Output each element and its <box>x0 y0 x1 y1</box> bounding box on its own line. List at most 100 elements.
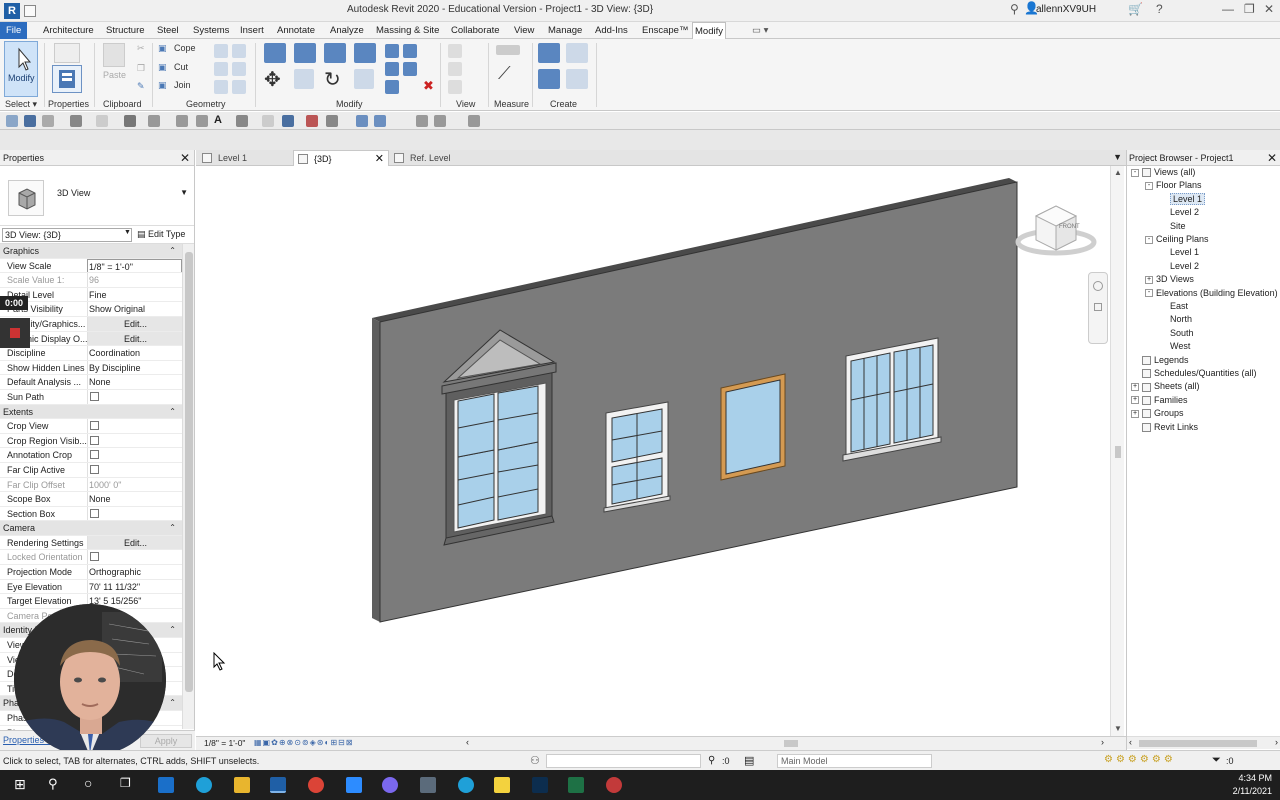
properties-scrollbar[interactable] <box>182 244 194 729</box>
aligned-dimension-icon[interactable] <box>176 115 188 127</box>
property-row[interactable]: Default Analysis ... None <box>0 375 182 390</box>
select-underlay-icon[interactable] <box>374 115 386 127</box>
mirror-draw-icon[interactable] <box>354 43 376 63</box>
cortana-icon[interactable]: ○ <box>84 775 92 791</box>
tab-steel[interactable]: Steel <box>155 22 181 39</box>
calculator-icon[interactable] <box>420 777 436 793</box>
zoom-icon[interactable] <box>1094 303 1102 311</box>
browser-node[interactable]: - Ceiling Plans <box>1145 234 1209 244</box>
photoshop-icon[interactable] <box>532 777 548 793</box>
create-parts-icon[interactable] <box>566 43 588 63</box>
browser-node[interactable]: + Sheets (all) <box>1131 381 1200 392</box>
browser-node[interactable]: Level 1 <box>1170 192 1206 205</box>
property-row[interactable]: Eye Elevation 70' 11 11/32" <box>0 579 182 595</box>
save-icon[interactable] <box>24 115 36 127</box>
scroll-left-icon[interactable]: ‹ <box>466 737 469 747</box>
array-icon[interactable] <box>403 44 417 58</box>
type-dropdown-icon[interactable]: ▼ <box>180 188 188 197</box>
collapse-group-icon[interactable]: ⌃ <box>169 696 176 710</box>
measure-qat-icon[interactable] <box>148 115 160 127</box>
edge-legacy-icon[interactable] <box>458 777 474 793</box>
close-tab-icon[interactable]: ✕ <box>375 151 384 167</box>
pin-icon[interactable] <box>403 62 417 76</box>
vertical-scrollbar[interactable]: ▲ ▼ <box>1110 166 1124 736</box>
browser-node[interactable]: Revit Links <box>1142 422 1198 432</box>
tab-ref-level[interactable]: Ref. Level <box>390 150 490 166</box>
property-row[interactable]: Projection Mode Orthographic <box>0 565 182 580</box>
checkbox[interactable] <box>90 450 99 460</box>
minimize-icon[interactable]: — <box>1222 2 1234 16</box>
select-links-icon[interactable] <box>356 115 368 127</box>
property-checkbox[interactable] <box>87 448 182 462</box>
browser-node[interactable]: Level 2 <box>1170 261 1199 271</box>
browser-node[interactable]: + Families <box>1131 395 1188 405</box>
close-hidden-icon[interactable] <box>306 115 318 127</box>
property-group[interactable]: Extents ⌃ <box>0 404 182 420</box>
maximize-icon[interactable]: ❐ <box>1244 2 1255 16</box>
search-taskbar-icon[interactable]: ⚲ <box>48 776 58 792</box>
property-row[interactable]: Section Box <box>0 506 182 522</box>
collapse-node-icon[interactable]: - <box>1145 182 1153 191</box>
text-icon[interactable]: A <box>214 114 222 126</box>
property-value[interactable]: 1/8" = 1'-0" <box>87 258 182 273</box>
property-checkbox[interactable] <box>87 506 182 521</box>
close-icon[interactable]: ✕ <box>1264 2 1274 16</box>
browser-node[interactable]: + Groups <box>1131 408 1184 419</box>
sticky-notes-icon[interactable] <box>494 777 510 793</box>
collapse-group-icon[interactable]: ⌃ <box>169 244 176 258</box>
selection-filter-icons[interactable]: ⚙⚙⚙⚙⚙⚙ <box>1104 754 1176 765</box>
browser-scroll-right-icon[interactable]: › <box>1275 737 1278 747</box>
sync-icon[interactable] <box>42 115 54 127</box>
checkbox[interactable] <box>90 508 99 518</box>
tab-view[interactable]: View <box>512 22 536 39</box>
align-icon[interactable] <box>264 43 286 63</box>
tab-insert[interactable]: Insert <box>238 22 266 39</box>
create-assembly-icon[interactable] <box>538 43 560 63</box>
collapse-group-icon[interactable]: ⌃ <box>169 405 176 419</box>
copy-icon[interactable]: ❐ <box>137 63 145 74</box>
property-value[interactable]: Fine <box>87 287 182 302</box>
cope-icon[interactable]: ▣ <box>158 43 167 54</box>
unjoin-icon[interactable] <box>214 44 228 58</box>
browser-node[interactable]: South <box>1170 328 1194 338</box>
editable-only-icon[interactable]: ⚲ <box>708 755 715 766</box>
property-group[interactable]: Graphics ⌃ <box>0 244 182 259</box>
property-checkbox[interactable] <box>87 419 182 433</box>
paste-icon[interactable] <box>103 43 125 67</box>
cut-geometry-label[interactable]: Cut <box>174 62 188 72</box>
tab-structure[interactable]: Structure <box>104 22 147 39</box>
design-option-dropdown[interactable]: Main Model <box>777 754 932 768</box>
property-value[interactable]: None <box>87 375 182 389</box>
3d-model-view[interactable] <box>196 166 1110 736</box>
tab-enscape[interactable]: Enscape™ <box>640 22 690 39</box>
system-clock[interactable]: 4:34 PM 2/11/2021 <box>1233 772 1272 798</box>
paint-icon[interactable] <box>232 62 246 76</box>
collapse-node-icon[interactable]: - <box>1131 168 1139 177</box>
record-stop-button[interactable] <box>0 318 30 348</box>
scroll-right-icon[interactable]: › <box>1101 737 1104 747</box>
collapse-group-icon[interactable]: ⌃ <box>169 623 176 637</box>
screen-recorder-icon[interactable] <box>382 777 398 793</box>
measure-icon[interactable] <box>496 45 520 55</box>
split-element-icon[interactable] <box>385 44 399 58</box>
property-row[interactable]: View Scale 1/8" = 1'-0" <box>0 258 182 274</box>
help-icon[interactable]: ? <box>1156 2 1163 16</box>
navigation-bar[interactable] <box>1088 272 1108 344</box>
create-similar-icon[interactable] <box>566 69 588 89</box>
dimension-icon[interactable]: ⟋ <box>498 63 511 84</box>
property-row[interactable]: Far Clip Offset 1000' 0" <box>0 477 182 493</box>
browser-node[interactable]: - Floor Plans <box>1145 180 1202 190</box>
design-options-icon[interactable]: ▤ <box>744 754 754 767</box>
property-row[interactable]: Far Clip Active <box>0 462 182 478</box>
tab-massing-site[interactable]: Massing & Site <box>374 22 441 39</box>
property-value[interactable]: 70' 11 11/32" <box>87 579 182 594</box>
chrome-icon[interactable] <box>308 777 324 793</box>
active-workset-dropdown[interactable] <box>546 754 701 768</box>
property-group[interactable]: Camera ⌃ <box>0 521 182 536</box>
browser-scroll-left-icon[interactable]: ‹ <box>1129 737 1132 747</box>
view-scale-control[interactable]: 1/8" = 1'-0" <box>204 738 245 748</box>
tab-file[interactable]: File <box>0 22 28 39</box>
type-properties-icon[interactable] <box>54 43 80 63</box>
properties-icon[interactable] <box>52 65 82 93</box>
type-selector[interactable]: 3D View ▼ <box>0 166 194 226</box>
